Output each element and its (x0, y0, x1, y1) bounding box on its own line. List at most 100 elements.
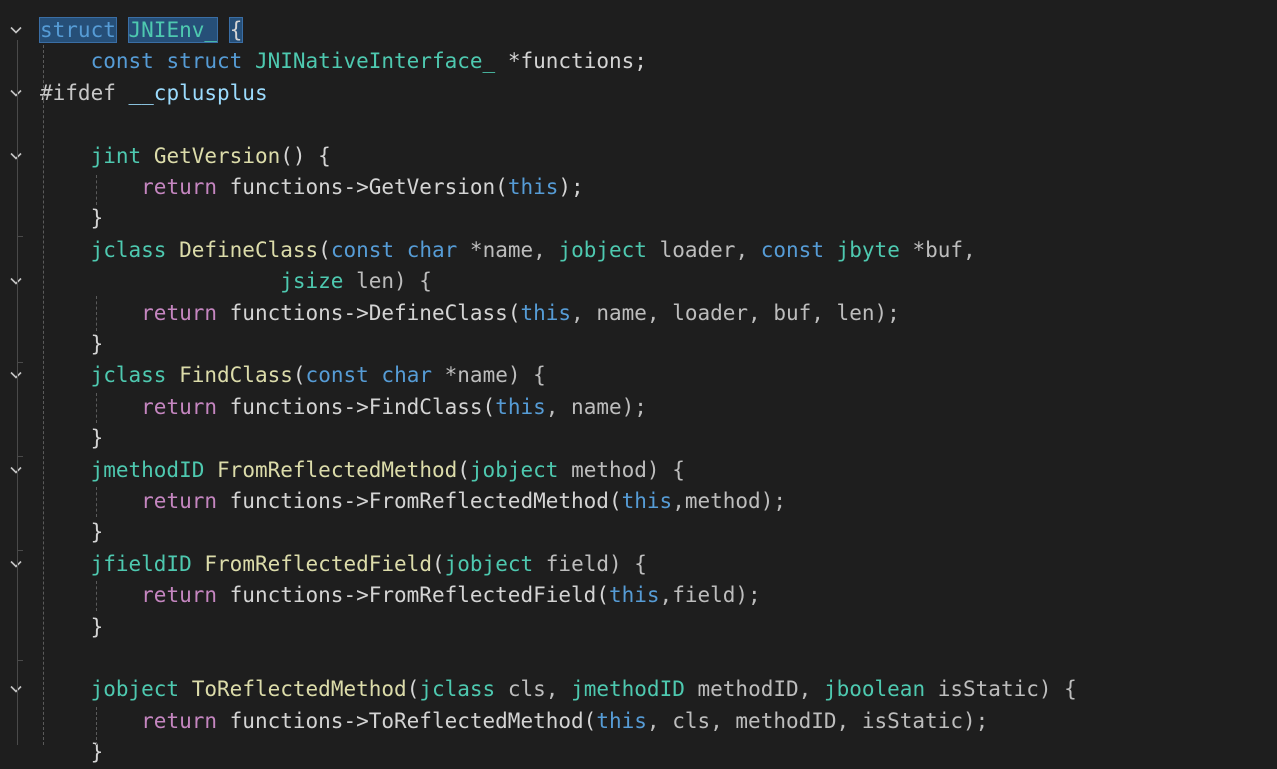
code-text: } (40, 203, 104, 234)
code-line[interactable]: const struct JNINativeInterface_ *functi… (0, 46, 1277, 77)
code-line[interactable]: return functions->FromReflectedField(thi… (0, 580, 1277, 611)
gutter (0, 172, 36, 203)
gutter (0, 580, 36, 611)
code-line[interactable]: } (0, 329, 1277, 360)
chevron-down-icon[interactable] (8, 22, 24, 38)
code-token: jobject (444, 551, 534, 576)
code-token: } (90, 520, 104, 545)
code-line[interactable]: } (0, 737, 1277, 768)
code-editor[interactable]: struct JNIEnv_ { const struct JNINativeI… (0, 0, 1277, 764)
code-line[interactable]: return functions->GetVersion(this); (0, 172, 1277, 203)
code-line[interactable]: return functions->ToReflectedMethod(this… (0, 706, 1277, 737)
code-text: jfieldID FromReflectedField(jobject fiel… (40, 549, 647, 580)
code-token: ( (292, 363, 306, 388)
code-line[interactable]: } (0, 423, 1277, 454)
code-token: jobject (90, 677, 180, 702)
chevron-down-icon[interactable] (8, 681, 24, 697)
gutter (0, 643, 36, 674)
code-token: jclass (419, 677, 496, 702)
code-line[interactable]: return functions->DefineClass(this, name… (0, 298, 1277, 329)
code-line[interactable]: #ifdef __cplusplus (0, 78, 1277, 109)
code-token: GetVersion (368, 175, 496, 199)
code-token: len) { (343, 269, 432, 294)
code-token: return (141, 489, 218, 513)
code-token: const (305, 363, 369, 388)
gutter (0, 78, 36, 109)
code-token: GetVersion (153, 143, 281, 168)
code-token: char (406, 237, 458, 262)
code-token: JNIEnv_ (127, 17, 219, 43)
code-line[interactable]: } (0, 203, 1277, 234)
code-line[interactable]: jclass FindClass(const char *name) { (0, 360, 1277, 391)
code-token: jint (90, 143, 142, 168)
chevron-down-icon[interactable] (8, 367, 24, 383)
code-token: this (608, 583, 660, 608)
code-line[interactable]: jclass DefineClass(const char *name, job… (0, 235, 1277, 266)
code-line[interactable]: jfieldID FromReflectedField(jobject fiel… (0, 549, 1277, 580)
code-token: method) { (558, 457, 685, 482)
code-token: __cplusplus (128, 80, 268, 105)
chevron-down-icon[interactable] (8, 273, 24, 289)
code-line[interactable] (0, 643, 1277, 674)
indent-guide (96, 393, 97, 423)
code-text: } (40, 423, 104, 454)
code-token: ( (507, 300, 521, 325)
code-line[interactable] (0, 109, 1277, 140)
code-token: ( (608, 489, 622, 513)
code-token: , cls, methodID, isStatic); (646, 708, 989, 733)
code-line[interactable]: return functions->FromReflectedMethod(th… (0, 486, 1277, 517)
code-token: ToReflectedMethod (368, 708, 584, 733)
code-line[interactable]: jmethodID FromReflectedMethod(jobject me… (0, 455, 1277, 486)
chevron-down-icon[interactable] (8, 85, 24, 101)
gutter (0, 15, 36, 46)
code-line[interactable]: return functions->FindClass(this, name); (0, 392, 1277, 423)
chevron-down-icon[interactable] (8, 556, 24, 572)
gutter (0, 423, 36, 454)
code-line[interactable]: } (0, 517, 1277, 548)
code-token: FromReflectedField (204, 551, 432, 576)
code-token: return (141, 583, 218, 608)
code-token: ( (495, 175, 508, 199)
chevron-down-icon[interactable] (8, 462, 24, 478)
code-token: *name, (457, 237, 559, 262)
chevron-down-icon[interactable] (8, 148, 24, 164)
code-text: return functions->FindClass(this, name); (40, 392, 647, 423)
code-token: const (330, 237, 395, 262)
gutter (0, 360, 36, 391)
code-line[interactable]: } (0, 612, 1277, 643)
code-line[interactable]: jobject ToReflectedMethod(jclass cls, jm… (0, 674, 1277, 705)
code-token: () { (280, 143, 331, 168)
gutter (0, 141, 36, 172)
gutter (0, 203, 36, 234)
code-text: jsize len) { (40, 266, 432, 297)
gutter (0, 392, 36, 423)
code-token: ); (558, 175, 584, 199)
code-token: functions-> (217, 300, 369, 325)
gutter (0, 737, 36, 768)
code-token: ( (583, 708, 597, 733)
code-line[interactable]: jsize len) { (0, 266, 1277, 297)
code-token: methodID, (684, 677, 824, 702)
code-line[interactable]: jint GetVersion() { (0, 141, 1277, 172)
code-token: functions-> (217, 175, 369, 199)
code-token: struct (39, 17, 117, 43)
code-token: this (621, 489, 673, 513)
code-token: jclass (90, 363, 167, 388)
code-token: { (228, 17, 244, 43)
code-token: jbyte (836, 237, 900, 262)
code-token: ( (406, 677, 420, 702)
code-line[interactable]: struct JNIEnv_ { (0, 15, 1277, 46)
